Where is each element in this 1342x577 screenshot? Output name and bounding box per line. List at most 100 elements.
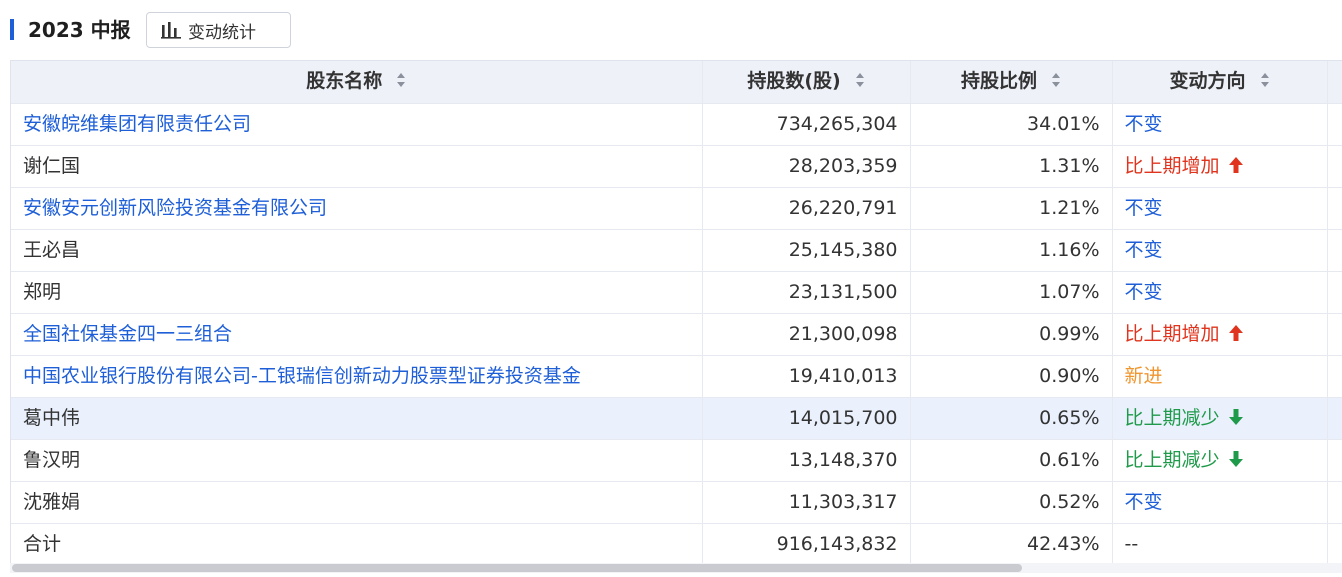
shareholder-name-cell[interactable]: 安徽皖维集团有限责任公司 (11, 103, 703, 146)
direction-text: 不变 (1124, 490, 1163, 513)
table-row: 安徽皖维集团有限责任公司 734,265,304 34.01% 不变 (11, 103, 1342, 146)
direction-cell: 比上期减少 (1112, 439, 1328, 482)
sort-icon[interactable] (396, 70, 406, 90)
direction-text: 比上期增加 (1124, 322, 1220, 345)
shareholder-name-cell[interactable]: 安徽安元创新风险投资基金有限公司 (11, 187, 703, 230)
shareholder-table: 股东名称 持股数(股) 持股比例 变动方向 安徽皖维集团有限责任公司 734,26… (10, 60, 1342, 563)
extra-cell (1327, 355, 1342, 398)
direction-text: 不变 (1124, 112, 1163, 135)
direction-text: 不变 (1124, 280, 1163, 303)
sort-icon[interactable] (855, 70, 865, 90)
shareholder-name: 沈雅娟 (23, 490, 81, 513)
direction-cell: 不变 (1112, 103, 1328, 146)
change-stats-label: 变动统计 (188, 22, 256, 43)
extra-cell (1327, 313, 1342, 356)
shareholder-name-cell: 沈雅娟 (11, 481, 703, 524)
ratio-cell: 0.61% (910, 439, 1113, 482)
sort-icon[interactable] (1260, 70, 1270, 90)
shares-cell: 25,145,380 (702, 229, 911, 272)
column-header-ratio[interactable]: 持股比例 (910, 61, 1113, 104)
extra-cell (1327, 145, 1342, 188)
table-header-row: 股东名称 持股数(股) 持股比例 变动方向 (11, 61, 1342, 104)
arrow-down-icon (1228, 451, 1243, 467)
shareholder-link[interactable]: 安徽安元创新风险投资基金有限公司 (23, 197, 327, 219)
table-row: 谢仁国 28,203,359 1.31% 比上期增加 (11, 145, 1342, 188)
arrow-up-icon (1228, 325, 1243, 341)
ratio-cell: 1.21% (910, 187, 1113, 230)
shares-cell: 28,203,359 (702, 145, 911, 188)
ratio-cell: 0.90% (910, 355, 1113, 398)
shareholder-name-cell[interactable]: 中国农业银行股份有限公司-工银瑞信创新动力股票型证券投资基金 (11, 355, 703, 398)
ratio-cell: 0.99% (910, 313, 1113, 356)
shares-cell: 19,410,013 (702, 355, 911, 398)
shareholder-name: 鲁汉明 (23, 448, 81, 471)
total-label: 合计 (23, 532, 62, 555)
table-row: 鲁汉明 13,148,370 0.61% 比上期减少 (11, 439, 1342, 482)
column-header-direction[interactable]: 变动方向 (1112, 61, 1328, 104)
table-row: 全国社保基金四一三组合 21,300,098 0.99% 比上期增加 (11, 313, 1342, 356)
shareholder-name-cell: 葛中伟 (11, 397, 703, 440)
column-header-label: 持股数(股) (747, 70, 841, 93)
column-header-extra (1327, 61, 1342, 104)
shareholder-name: 谢仁国 (23, 154, 81, 177)
shares-cell: 23,131,500 (702, 271, 911, 314)
extra-cell (1327, 397, 1342, 440)
extra-cell (1327, 523, 1342, 563)
shares-cell: 734,265,304 (702, 103, 911, 146)
total-direction-cell: -- (1112, 523, 1328, 563)
shares-cell: 21,300,098 (702, 313, 911, 356)
extra-cell (1327, 271, 1342, 314)
horizontal-scrollbar-thumb[interactable] (12, 564, 1022, 572)
shareholder-link[interactable]: 安徽皖维集团有限责任公司 (23, 113, 251, 135)
direction-text: 不变 (1124, 196, 1163, 219)
column-header-shareholder-name[interactable]: 股东名称 (11, 61, 703, 104)
table-row: 葛中伟 14,015,700 0.65% 比上期减少 (11, 397, 1342, 440)
shares-cell: 14,015,700 (702, 397, 911, 440)
shareholder-name-cell: 王必昌 (11, 229, 703, 272)
total-row: 合计 916,143,832 42.43% -- (11, 523, 1342, 563)
direction-cell: 比上期减少 (1112, 397, 1328, 440)
shareholder-link[interactable]: 全国社保基金四一三组合 (23, 323, 232, 345)
direction-cell: 比上期增加 (1112, 313, 1328, 356)
shareholder-name-cell: 谢仁国 (11, 145, 703, 188)
ratio-cell: 34.01% (910, 103, 1113, 146)
direction-cell: 不变 (1112, 187, 1328, 230)
direction-text: 比上期增加 (1124, 154, 1220, 177)
table-row: 中国农业银行股份有限公司-工银瑞信创新动力股票型证券投资基金 19,410,013… (11, 355, 1342, 398)
arrow-up-icon (1228, 157, 1243, 173)
direction-text: 比上期减少 (1124, 406, 1220, 429)
table-row: 郑明 23,131,500 1.07% 不变 (11, 271, 1342, 314)
direction-text: 比上期减少 (1124, 448, 1220, 471)
direction-text: 新进 (1124, 364, 1163, 387)
bar-chart-icon (161, 22, 181, 39)
table-row: 沈雅娟 11,303,317 0.52% 不变 (11, 481, 1342, 524)
shareholder-name-cell: 鲁汉明 (11, 439, 703, 482)
sort-icon[interactable] (1051, 70, 1061, 90)
change-stats-button[interactable]: 变动统计 (146, 12, 291, 48)
extra-cell (1327, 481, 1342, 524)
shares-cell: 13,148,370 (702, 439, 911, 482)
ratio-cell: 0.52% (910, 481, 1113, 524)
total-ratio-cell: 42.43% (910, 523, 1113, 563)
ratio-cell: 1.16% (910, 229, 1113, 272)
table-body: 安徽皖维集团有限责任公司 734,265,304 34.01% 不变 谢仁国 28,203… (11, 103, 1342, 563)
accent-bar (10, 19, 14, 40)
direction-cell: 新进 (1112, 355, 1328, 398)
shareholder-name: 葛中伟 (23, 406, 81, 429)
direction-text: 不变 (1124, 238, 1163, 261)
column-header-label: 持股比例 (960, 70, 1037, 93)
shareholder-name-cell[interactable]: 全国社保基金四一三组合 (11, 313, 703, 356)
table-row: 安徽安元创新风险投资基金有限公司 26,220,791 1.21% 不变 (11, 187, 1342, 230)
ratio-cell: 1.31% (910, 145, 1113, 188)
direction-cell: 不变 (1112, 481, 1328, 524)
shareholder-link[interactable]: 中国农业银行股份有限公司-工银瑞信创新动力股票型证券投资基金 (23, 365, 581, 387)
column-header-shares[interactable]: 持股数(股) (702, 61, 911, 104)
report-period-title: 2023 中报 (28, 18, 131, 42)
direction-cell: 不变 (1112, 271, 1328, 314)
shareholder-name-cell: 郑明 (11, 271, 703, 314)
arrow-down-icon (1228, 409, 1243, 425)
direction-cell: 不变 (1112, 229, 1328, 272)
extra-cell (1327, 229, 1342, 272)
total-shares-cell: 916,143,832 (702, 523, 911, 563)
ratio-cell: 0.65% (910, 397, 1113, 440)
